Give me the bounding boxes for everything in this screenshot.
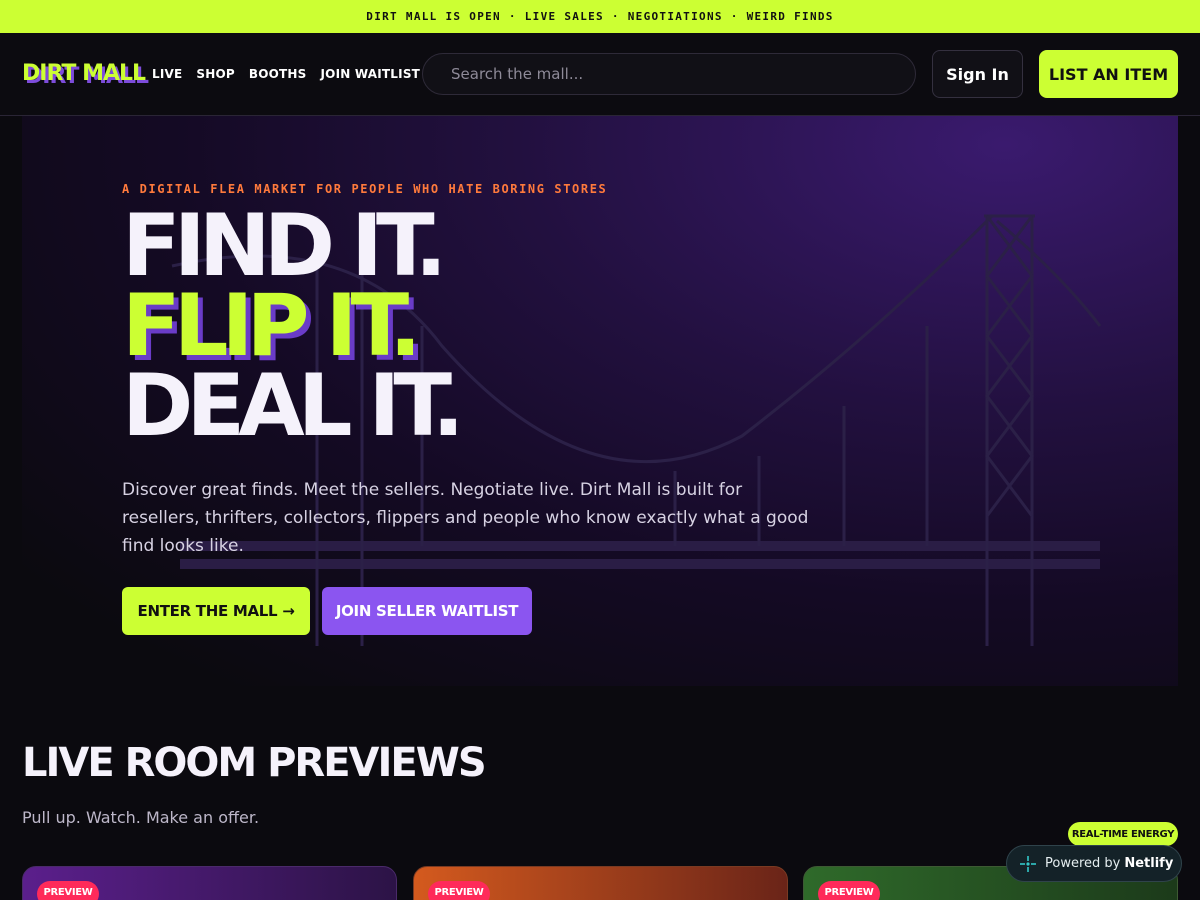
top-navigation: DIRT MALL LIVE SHOP BOOTHS JOIN WAITLIST… (0, 33, 1200, 116)
live-room-card[interactable]: PREVIEW (413, 866, 788, 900)
nav-join-waitlist[interactable]: JOIN WAITLIST (321, 67, 421, 81)
netlify-prefix: Powered by (1045, 856, 1121, 871)
announcement-bar: DIRT MALL IS OPEN · LIVE SALES · NEGOTIA… (0, 0, 1200, 33)
netlify-brand: Netlify (1124, 856, 1174, 871)
headline-line-1: FIND IT. (122, 196, 447, 296)
preview-badge: PREVIEW (818, 881, 880, 900)
live-room-subtitle: Pull up. Watch. Make an offer. (22, 808, 260, 827)
headline-line-3: DEAL IT. (122, 356, 465, 456)
preview-badge: PREVIEW (428, 881, 490, 900)
search-input[interactable] (451, 65, 915, 83)
live-room-title: LIVE ROOM PREVIEWS (22, 740, 487, 786)
real-time-energy-badge: REAL-TIME ENERGY (1068, 822, 1178, 846)
sign-in-button[interactable]: Sign In (932, 50, 1023, 98)
enter-mall-button[interactable]: ENTER THE MALL → (122, 587, 310, 635)
nav-booths[interactable]: BOOTHS (249, 67, 307, 81)
join-seller-waitlist-button[interactable]: JOIN SELLER WAITLIST (322, 587, 532, 635)
list-an-item-button[interactable]: LIST AN ITEM (1039, 50, 1178, 98)
headline-line-2: FLIP IT. (122, 276, 422, 376)
preview-badge: PREVIEW (37, 881, 99, 900)
hero-eyebrow: A DIGITAL FLEA MARKET FOR PEOPLE WHO HAT… (122, 182, 608, 196)
main-nav: LIVE SHOP BOOTHS JOIN WAITLIST (152, 67, 420, 81)
hero-section: A DIGITAL FLEA MARKET FOR PEOPLE WHO HAT… (22, 116, 1178, 686)
hero-headline: FIND IT. FLIP IT. DEAL IT. (122, 196, 465, 456)
dirt-mall-logo[interactable]: DIRT MALL (22, 61, 146, 86)
nav-shop[interactable]: SHOP (196, 67, 234, 81)
search-bar (422, 53, 916, 95)
nav-live[interactable]: LIVE (152, 67, 182, 81)
netlify-logo-icon (1020, 855, 1036, 872)
powered-by-netlify-badge[interactable]: Powered by Netlify (1006, 845, 1182, 882)
live-room-card[interactable]: PREVIEW (22, 866, 397, 900)
hero-description: Discover great finds. Meet the sellers. … (122, 480, 809, 556)
